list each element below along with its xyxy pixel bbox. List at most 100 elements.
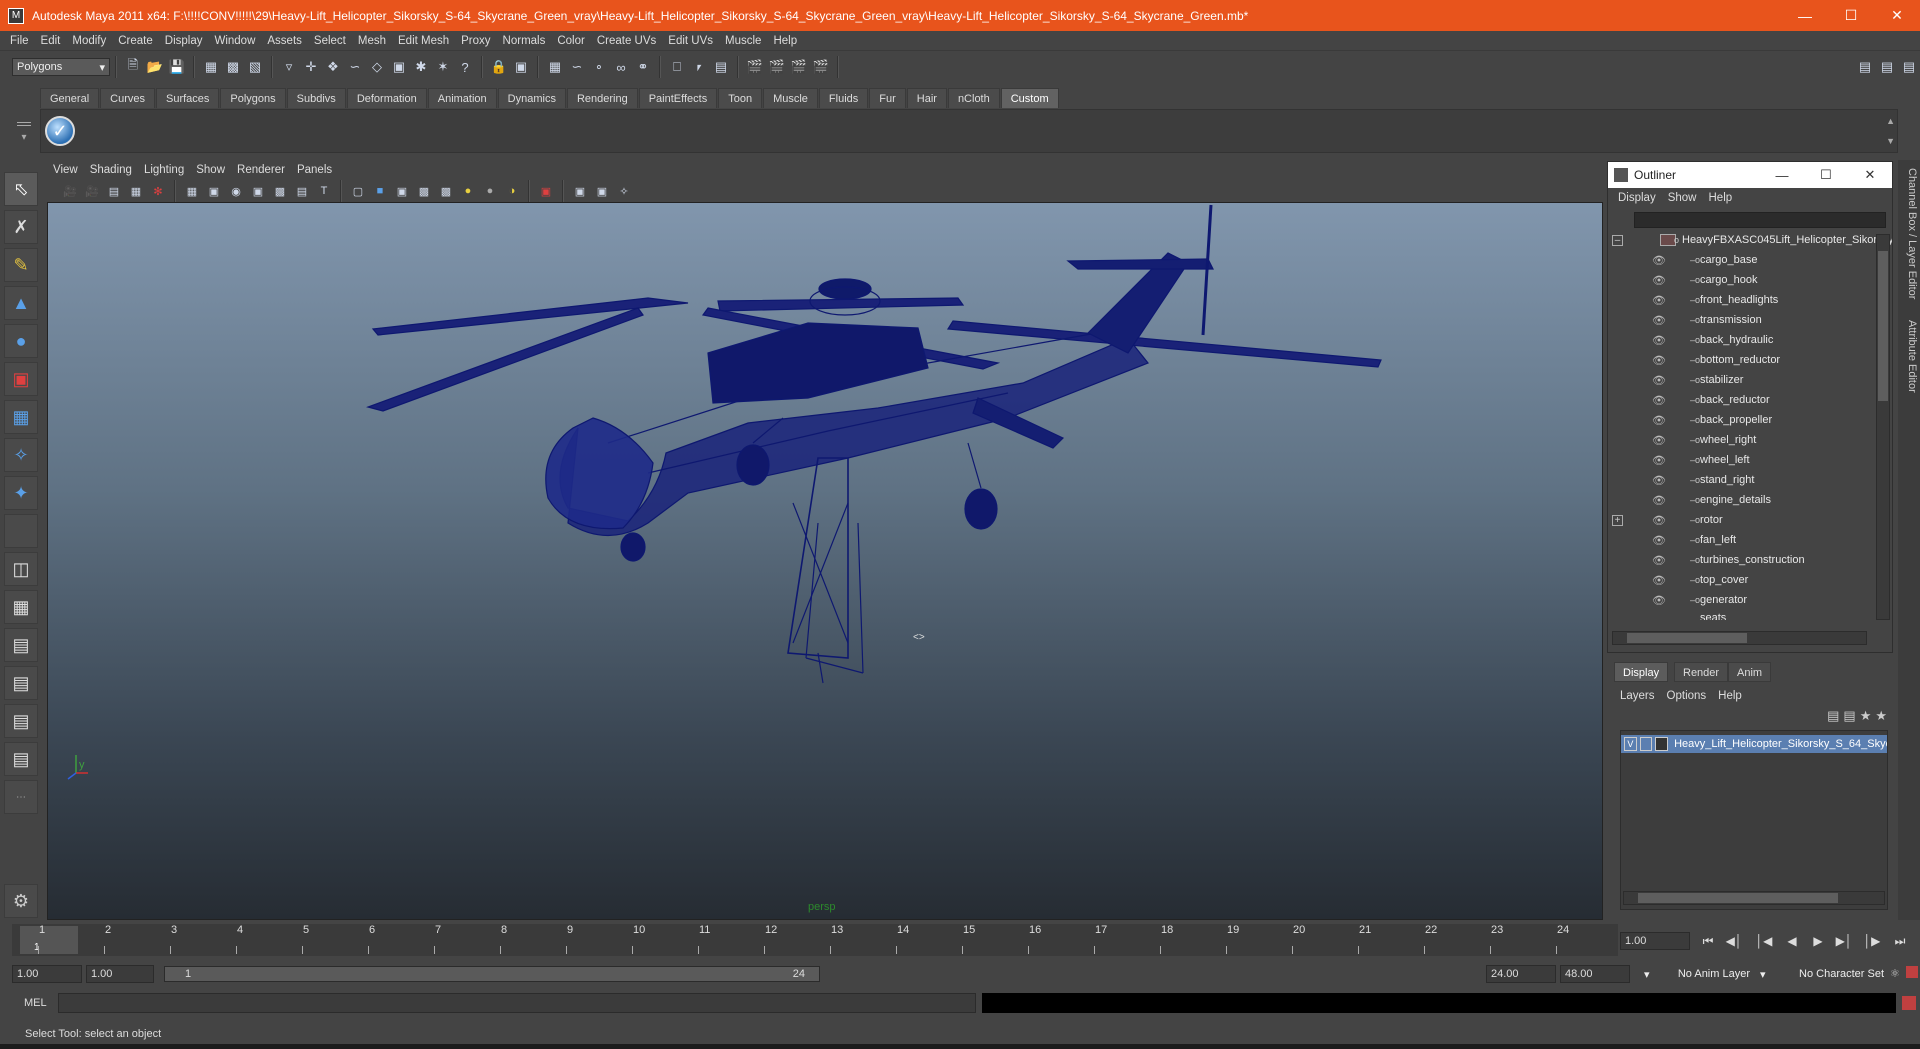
persp-graph-outliner-layout-icon[interactable]: ▤ <box>4 742 38 776</box>
four-view-layout-icon[interactable]: ▦ <box>4 590 38 624</box>
bookmarks-icon[interactable]: ▤ <box>104 181 124 201</box>
menu-help[interactable]: Help <box>767 35 803 47</box>
xray-icon[interactable]: ▩ <box>414 181 434 201</box>
outliner-maximize-button[interactable]: ☐ <box>1804 167 1848 183</box>
outliner-item[interactable]: 👁 –o back_propeller <box>1608 410 1892 430</box>
layer-horizontal-scrollbar[interactable] <box>1623 891 1885 905</box>
menu-edit[interactable]: Edit <box>35 35 67 47</box>
menu-mesh[interactable]: Mesh <box>352 35 392 47</box>
outliner-item[interactable]: 👁 –o back_reductor <box>1608 390 1892 410</box>
menu-color[interactable]: Color <box>551 35 590 47</box>
menu-proxy[interactable]: Proxy <box>455 35 496 47</box>
anim-prefs-icon[interactable] <box>1906 966 1918 978</box>
outliner-item[interactable]: 👁 –o stand_right <box>1608 470 1892 490</box>
step-forward-frame-icon[interactable]: │▶ <box>1860 932 1884 950</box>
outliner-item[interactable]: 👁 –o wheel_right <box>1608 430 1892 450</box>
maximize-button[interactable]: ☐ <box>1828 0 1874 31</box>
current-time-indicator[interactable]: 1 <box>20 926 78 954</box>
shadows-icon[interactable]: ◑ <box>502 181 522 201</box>
menu-edit-mesh[interactable]: Edit Mesh <box>392 35 455 47</box>
save-scene-icon[interactable]: 💾 <box>167 57 187 77</box>
viewport-menu-show[interactable]: Show <box>190 164 231 176</box>
scale-tool-icon[interactable]: ▣ <box>4 362 38 396</box>
shelf-tab-polygons[interactable]: Polygons <box>220 88 286 108</box>
input-ops-icon[interactable]: ⎕ <box>667 57 687 77</box>
shelf-tab-fur[interactable]: Fur <box>869 88 906 108</box>
shelf-tab-general[interactable]: General <box>40 88 100 108</box>
outliner-item[interactable]: 👁 –o transmission <box>1608 310 1892 330</box>
wireframe-on-shaded-icon[interactable]: ▣ <box>392 181 412 201</box>
textured-icon[interactable]: ▩ <box>436 181 456 201</box>
viewport-menu-renderer[interactable]: Renderer <box>231 164 291 176</box>
minimize-button[interactable]: — <box>1782 0 1828 31</box>
layer-color-swatch[interactable] <box>1655 737 1669 751</box>
2d-pan-zoom-icon[interactable]: ✻ <box>148 181 168 201</box>
shelf-tab-animation[interactable]: Animation <box>427 88 497 108</box>
select-deformations-icon[interactable]: ▣ <box>389 57 409 77</box>
snap-point-icon[interactable]: ∘ <box>589 57 609 77</box>
menu-file[interactable]: File <box>4 35 35 47</box>
close-button[interactable]: ✕ <box>1874 0 1920 31</box>
smooth-shade-icon[interactable]: ■ <box>370 181 390 201</box>
grid-icon[interactable]: ▦ <box>182 181 202 201</box>
shelf-scroll-up-icon[interactable]: ▲ <box>1886 116 1895 126</box>
outliner-vertical-scrollbar[interactable] <box>1876 234 1890 620</box>
shelf-tab-ncloth[interactable]: nCloth <box>947 88 1000 108</box>
range-slider[interactable]: 1 24 <box>164 966 820 982</box>
image-plane-icon[interactable]: ▦ <box>126 181 146 201</box>
animation-end-field[interactable]: 48.00 <box>1560 965 1630 983</box>
shelf-tab-hair[interactable]: Hair <box>906 88 947 108</box>
shelf-scroll-down-icon[interactable]: ▼ <box>1886 136 1895 146</box>
isolate-select-icon[interactable]: ▣ <box>536 181 556 201</box>
toggle-attribute-editor-icon[interactable]: ▤ <box>1855 57 1875 77</box>
menu-select[interactable]: Select <box>308 35 352 47</box>
shelf-tab-muscle[interactable]: Muscle <box>763 88 818 108</box>
ipr-render-icon[interactable]: 🎬 <box>789 57 809 77</box>
mask-menu-icon[interactable]: ▿ <box>279 57 299 77</box>
lasso-tool-icon[interactable]: ✗ <box>4 210 38 244</box>
new-layer-icon[interactable]: ★ <box>1860 708 1872 724</box>
menu-modify[interactable]: Modify <box>66 35 112 47</box>
key-icon[interactable]: ⚛ <box>1890 967 1900 980</box>
playback-end-field[interactable]: 24.00 <box>1486 965 1556 983</box>
step-forward-key-icon[interactable]: ▶│ <box>1832 932 1856 950</box>
current-frame-field[interactable]: 1.00 <box>1620 932 1690 950</box>
xray-joints-icon[interactable]: ▣ <box>570 181 590 201</box>
outliner-filter-field[interactable] <box>1634 212 1886 228</box>
play-backwards-icon[interactable]: ◀ <box>1780 932 1804 950</box>
snap-view-plane-icon[interactable]: ∞ <box>611 57 631 77</box>
render-view-icon[interactable]: 🎬 <box>745 57 765 77</box>
menu-window[interactable]: Window <box>208 35 261 47</box>
outliner-item[interactable]: 👁 –o engine_details <box>1608 490 1892 510</box>
move-layer-up-icon[interactable]: ▤ <box>1827 708 1839 724</box>
menu-edit-uvs[interactable]: Edit UVs <box>662 35 719 47</box>
checkmark-shelf-icon[interactable]: ✓ <box>45 116 75 146</box>
new-scene-icon[interactable]: 🗎 <box>123 57 143 77</box>
snap-curve-icon[interactable]: ∽ <box>567 57 587 77</box>
shelf-menu-icon[interactable]: ▾ <box>14 116 34 152</box>
render-settings-icon[interactable]: 🎬 <box>811 57 831 77</box>
shelf-tab-rendering[interactable]: Rendering <box>566 88 638 108</box>
playback-start-field[interactable]: 1.00 <box>86 965 154 983</box>
select-hierarchy-icon[interactable]: ▦ <box>201 57 221 77</box>
select-camera-icon[interactable]: 🎥 <box>60 181 80 201</box>
paint-select-tool-icon[interactable]: ✎ <box>4 248 38 282</box>
empty-tool-slot[interactable] <box>4 514 38 548</box>
outliner-item[interactable]: 👁 –o cargo_hook <box>1608 270 1892 290</box>
all-lights-icon[interactable]: ● <box>480 181 500 201</box>
outliner-item[interactable]: + 👁 –o rotor <box>1608 510 1892 530</box>
output-ops-icon[interactable]: ⎖ <box>689 57 709 77</box>
time-slider[interactable]: 1 1 2 3 4 5 6 7 8 9 10 11 12 13 14 15 16 17 18 19 20 21 22 23 2… <box>12 924 1618 956</box>
outliner-item[interactable]: 👁 –o fan_left <box>1608 530 1892 550</box>
command-language-label[interactable]: MEL <box>24 997 47 1009</box>
outliner-item[interactable]: 👁 –o cargo_base <box>1608 250 1892 270</box>
select-misc-icon[interactable]: ? <box>455 57 475 77</box>
shelf-tab-surfaces[interactable]: Surfaces <box>155 88 220 108</box>
last-tool-icon[interactable]: ✦ <box>4 476 38 510</box>
menu-muscle[interactable]: Muscle <box>719 35 767 47</box>
layer-tab-anim[interactable]: Anim <box>1728 662 1772 682</box>
soft-mod-tool-icon[interactable]: ✧ <box>4 438 38 472</box>
toggle-channel-box-icon[interactable]: ▤ <box>1899 57 1919 77</box>
outliner-item[interactable]: 👁 –o stabilizer <box>1608 370 1892 390</box>
open-scene-icon[interactable]: 📂 <box>145 57 165 77</box>
